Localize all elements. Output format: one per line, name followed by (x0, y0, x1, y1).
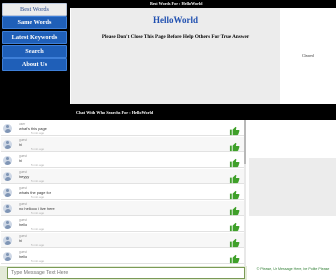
user-avatar-icon (3, 252, 12, 261)
brand-title: HelloWorld (153, 15, 198, 25)
thumbs-up-icon[interactable] (229, 187, 240, 200)
message-text: heyyy (19, 174, 30, 179)
nav-item-same-words[interactable]: Same Words (2, 16, 67, 29)
thumbs-up-icon[interactable] (229, 139, 240, 152)
message-time: 5 min ago (31, 147, 45, 151)
user-avatar-icon (3, 220, 12, 229)
thumbs-up-icon[interactable] (229, 251, 240, 264)
user-avatar-icon (3, 236, 12, 245)
left-nav: Best Words Same Words Latest Keywords Se… (0, 0, 70, 118)
side-ad-block (249, 158, 336, 216)
side-note: © Please, Ur Message Here, be Polite Ple… (256, 267, 330, 271)
nav-item-best-words[interactable]: Best Words (2, 3, 67, 16)
message-text: hello (19, 222, 28, 227)
scroll-thumb[interactable] (244, 120, 246, 164)
nav-item-about-us[interactable]: About Us (2, 58, 67, 71)
chat-message-row: guest whats the page for 5 min ago (1, 185, 244, 200)
message-time: 5 min ago (31, 179, 45, 183)
chat-header-band (0, 104, 336, 120)
user-avatar-icon (3, 204, 12, 213)
message-time: 5 min ago (31, 131, 45, 135)
message-text: hi (19, 238, 23, 243)
chat-message-row: guest hi 5 min ago (1, 233, 244, 248)
message-time: 5 min ago (31, 195, 45, 199)
thumbs-up-icon[interactable] (229, 219, 240, 232)
thumbs-up-icon[interactable] (229, 235, 240, 248)
notice-text: Please Don't Close This Page Before Help… (101, 34, 250, 40)
chat-message-row: guest heyyy 5 min ago (1, 169, 244, 184)
thumbs-up-icon[interactable] (229, 123, 240, 136)
user-avatar-icon (3, 140, 12, 149)
user-avatar-icon (3, 188, 12, 197)
message-time: 5 min ago (31, 211, 45, 215)
chat-scrollbar[interactable] (244, 120, 246, 266)
chat-message-row: guest hi 5 min ago (1, 137, 244, 152)
user-avatar-icon (3, 172, 12, 181)
thumbs-up-icon[interactable] (229, 155, 240, 168)
nav-item-latest-keywords[interactable]: Latest Keywords (2, 31, 67, 44)
message-text: hi (19, 142, 23, 147)
chat-message-row: guest hello 5 min ago (1, 249, 244, 264)
right-info-box: Cleared (280, 8, 336, 104)
user-avatar-icon (3, 156, 12, 165)
chat-heading: Chat With Who Searchs For : HelloWorld (76, 110, 154, 115)
nav-item-search[interactable]: Search (2, 45, 67, 58)
thumbs-up-icon[interactable] (229, 203, 240, 216)
thumbs-up-icon[interactable] (229, 171, 240, 184)
message-time: 5 min ago (31, 227, 45, 231)
message-time: 5 min ago (31, 243, 45, 247)
message-input[interactable] (7, 267, 245, 279)
top-bar-text: Best Words For : HelloWorld (150, 1, 203, 6)
message-time: 5 min ago (31, 259, 45, 263)
chat-list: user what's this page 5 min ago guest hi 5 mi… (0, 120, 246, 266)
message-text: hello (19, 254, 28, 259)
right-box-label: Cleared (302, 54, 314, 58)
chat-message-row: guest hi 5 min ago (1, 153, 244, 168)
user-avatar-icon (3, 124, 12, 133)
chat-message-row: user what's this page 5 min ago (1, 121, 244, 136)
chat-message-row: guest hello 5 min ago (1, 217, 244, 232)
message-time: 5 min ago (31, 163, 45, 167)
main-panel: HelloWorld Please Don't Close This Page … (71, 8, 280, 104)
message-text: hi (19, 158, 23, 163)
chat-message-row: guest no hellooo i live here 5 min ago (1, 201, 244, 216)
top-bar: Best Words For : HelloWorld (70, 0, 336, 8)
